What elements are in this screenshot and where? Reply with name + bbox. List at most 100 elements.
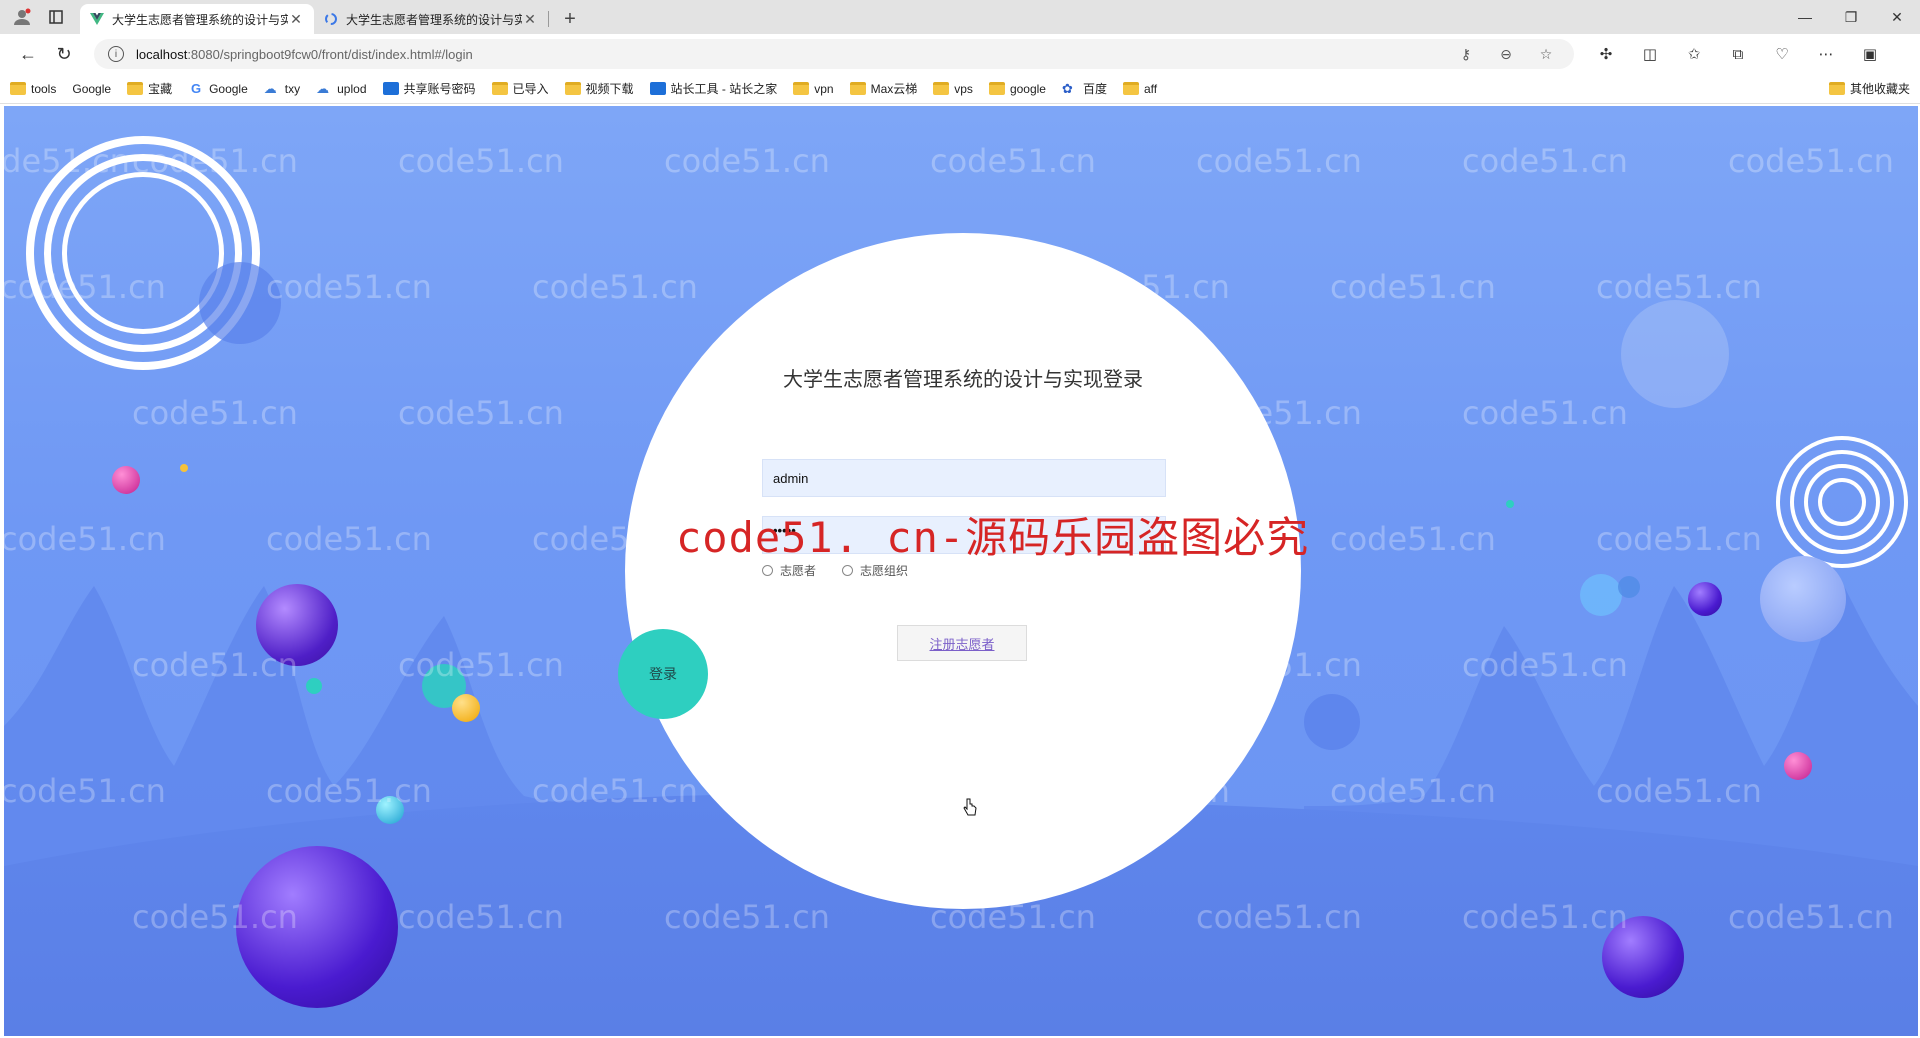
google-icon: G bbox=[191, 81, 202, 96]
dot-decoration bbox=[306, 678, 322, 694]
sidebar-icon[interactable]: ▣ bbox=[1848, 45, 1892, 63]
collections-icon[interactable]: ⧉ bbox=[1716, 46, 1760, 63]
bookmark-label: txy bbox=[284, 81, 301, 96]
bookmark-label: Google bbox=[209, 81, 248, 96]
folder-icon bbox=[127, 82, 144, 95]
refresh-icon[interactable]: ↻ bbox=[46, 38, 82, 70]
bubble-decoration bbox=[1618, 576, 1640, 598]
bubble-decoration bbox=[199, 262, 281, 344]
minimize-icon[interactable]: — bbox=[1782, 0, 1828, 34]
tab-title: 大学生志愿者管理系统的设计与实 bbox=[112, 12, 288, 27]
bookmark-label: vpn bbox=[814, 81, 834, 96]
dot-decoration bbox=[180, 464, 188, 472]
folder-icon bbox=[10, 82, 26, 95]
bookmark-vps[interactable]: vps bbox=[933, 82, 973, 96]
bookmark-treasure[interactable]: 宝藏 bbox=[127, 80, 172, 97]
bookmark-chinaz[interactable]: 站长工具 - 站长之家 bbox=[649, 80, 778, 97]
radio-circle-icon bbox=[762, 565, 773, 576]
favorite-star-icon[interactable]: ☆ bbox=[1526, 46, 1566, 63]
bookmark-label: 站长工具 - 站长之家 bbox=[670, 82, 778, 96]
sphere-decoration bbox=[1760, 556, 1846, 642]
bookmark-google-folder[interactable]: google bbox=[988, 81, 1046, 96]
address-bar[interactable]: i localhost:8080/springboot9fcw0/front/d… bbox=[94, 39, 1574, 69]
favorites-icon[interactable]: ✩ bbox=[1672, 45, 1716, 63]
folder-icon bbox=[988, 82, 1005, 95]
restore-icon[interactable]: ❐ bbox=[1828, 0, 1874, 34]
bookmark-imported[interactable]: 已导入 bbox=[491, 80, 549, 97]
bookmark-label: Max云梯 bbox=[870, 82, 918, 96]
purple-sphere-decoration bbox=[1688, 582, 1722, 616]
bookmark-txy[interactable]: ☁ txy bbox=[264, 82, 300, 96]
new-tab-icon[interactable]: + bbox=[555, 4, 585, 34]
login-button[interactable]: 登录 bbox=[618, 629, 708, 719]
close-window-icon[interactable]: ✕ bbox=[1874, 0, 1920, 34]
purple-sphere-decoration bbox=[256, 584, 338, 666]
bookmark-tools[interactable]: tools bbox=[10, 82, 56, 96]
bookmark-label: 其他收藏夹 bbox=[1849, 82, 1910, 96]
bookmark-label: google bbox=[1009, 81, 1046, 96]
dot-decoration bbox=[1506, 500, 1514, 508]
extensions-icon[interactable]: ✣ bbox=[1584, 45, 1628, 63]
bookmark-label: Google bbox=[72, 81, 112, 96]
window-controls: — ❐ ✕ bbox=[1782, 0, 1920, 34]
bookmark-video-download[interactable]: 视频下载 bbox=[564, 80, 634, 97]
zoom-out-icon[interactable]: ⊖ bbox=[1486, 46, 1526, 63]
bookmark-google[interactable]: G Google bbox=[188, 82, 248, 96]
close-tab-icon[interactable]: ✕ bbox=[522, 11, 538, 28]
username-input[interactable]: admin bbox=[762, 459, 1166, 497]
address-bar-icons: ⚷ ⊖ ☆ bbox=[1446, 39, 1566, 69]
site-info-icon[interactable]: i bbox=[108, 46, 124, 62]
page-title: 大学生志愿者管理系统的设计与实现登录 bbox=[783, 369, 1143, 391]
bookmark-label: 已导入 bbox=[512, 82, 549, 96]
folder-icon bbox=[1828, 82, 1845, 95]
bookmark-max[interactable]: Max云梯 bbox=[849, 80, 918, 97]
bookmark-label: 宝藏 bbox=[148, 82, 173, 96]
folder-icon bbox=[1123, 82, 1139, 95]
chinaz-icon bbox=[649, 82, 666, 95]
profile-icon[interactable] bbox=[8, 3, 36, 31]
loading-icon bbox=[324, 12, 338, 26]
key-icon[interactable]: ⚷ bbox=[1446, 46, 1486, 63]
browser-tab-bar: 大学生志愿者管理系统的设计与实 ✕ 大学生志愿者管理系统的设计与实 ✕ + — … bbox=[0, 0, 1920, 34]
tab-actions-icon[interactable] bbox=[42, 3, 70, 31]
pink-sphere-decoration bbox=[1784, 752, 1812, 780]
upload-cloud-icon: ☁ bbox=[316, 81, 330, 96]
split-screen-icon[interactable]: ◫ bbox=[1628, 45, 1672, 63]
close-tab-icon[interactable]: ✕ bbox=[288, 11, 304, 28]
bubble-decoration bbox=[1580, 574, 1622, 616]
folder-icon bbox=[491, 82, 508, 95]
browser-tab-2[interactable]: 大学生志愿者管理系统的设计与实 ✕ bbox=[314, 4, 548, 34]
bubble-decoration bbox=[1621, 300, 1729, 408]
register-volunteer-button[interactable]: 注册志愿者 bbox=[897, 625, 1027, 661]
folder-icon bbox=[793, 82, 810, 95]
bookmark-aff[interactable]: aff bbox=[1123, 82, 1157, 96]
bookmark-uplod[interactable]: ☁ uplod bbox=[316, 82, 366, 96]
baidu-paw-icon: ✿ bbox=[1061, 81, 1073, 96]
url-path: :8080/springboot9fcw0/front/dist/index.h… bbox=[187, 46, 473, 62]
folder-icon bbox=[564, 82, 581, 95]
more-menu-icon[interactable]: ⋯ bbox=[1804, 45, 1848, 63]
bubble-decoration bbox=[1304, 694, 1360, 750]
bookmarks-bar: tools Google 宝藏 G Google ☁ txy ☁ uplod 共享账号… bbox=[0, 74, 1920, 195]
bookmark-shared-accounts[interactable]: 共享账号密码 bbox=[382, 80, 476, 97]
bookmark-label: 视频下载 bbox=[585, 82, 634, 96]
browser-essentials-icon[interactable]: ♡ bbox=[1760, 45, 1804, 63]
browser-toolbar: ✣ ◫ ✩ ⧉ ♡ ⋯ ▣ bbox=[1584, 45, 1892, 64]
address-toolbar: ← ↻ i localhost:8080/springboot9fcw0/fro… bbox=[0, 34, 1920, 74]
bookmark-label: uplod bbox=[337, 81, 367, 96]
bookmark-vpn[interactable]: vpn bbox=[793, 81, 834, 96]
bookmark-baidu[interactable]: ✿ 百度 bbox=[1062, 80, 1107, 97]
bookmark-other[interactable]: 其他收藏夹 bbox=[1828, 80, 1910, 97]
purple-sphere-decoration bbox=[1602, 916, 1684, 998]
shared-account-icon bbox=[382, 82, 399, 95]
folder-icon bbox=[933, 82, 950, 95]
folder-icon bbox=[849, 82, 866, 95]
yellow-sphere-decoration bbox=[452, 694, 480, 722]
browser-tab-1[interactable]: 大学生志愿者管理系统的设计与实 ✕ bbox=[80, 4, 314, 34]
bookmark-label: 共享账号密码 bbox=[403, 82, 476, 96]
back-icon[interactable]: ← bbox=[10, 38, 46, 70]
bookmark-google-page[interactable]: Google bbox=[4, 81, 112, 195]
radio-circle-icon bbox=[842, 565, 854, 576]
bookmark-label: aff bbox=[1144, 81, 1158, 96]
cyan-sphere-decoration bbox=[376, 796, 404, 824]
